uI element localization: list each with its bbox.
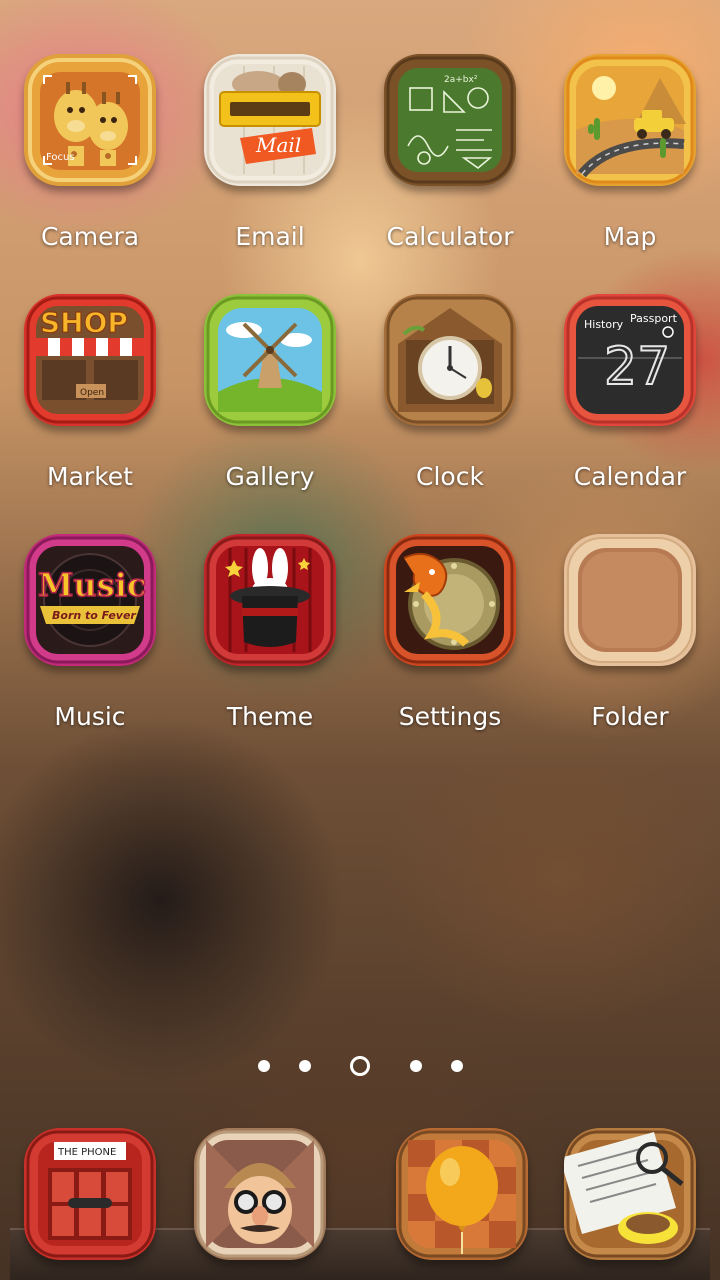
app-map[interactable]: Map: [540, 54, 720, 294]
app-gallery[interactable]: Gallery: [180, 294, 360, 534]
desert-map-icon: [564, 54, 696, 186]
page-dot-4[interactable]: [410, 1060, 422, 1072]
giraffe-camera-icon: Focus: [24, 54, 156, 186]
page-dot-3[interactable]: [350, 1056, 370, 1076]
app-grid: Focus Camera Mail Email 2a+bx² Calculato…: [0, 54, 720, 774]
app-label: Folder: [591, 702, 669, 731]
app-label: Calculator: [386, 222, 514, 251]
mail-icon: Mail: [204, 54, 336, 186]
page-dot-2[interactable]: [299, 1060, 311, 1072]
music-title-text: Music: [38, 566, 146, 604]
wooden-clock-icon: [384, 294, 516, 426]
camera-focus-text: Focus: [46, 152, 75, 163]
dragon-settings-icon: [384, 534, 516, 666]
calendar-icon: History Passport 27: [564, 294, 696, 426]
app-settings[interactable]: Settings: [360, 534, 540, 774]
folder-icon: [564, 534, 696, 666]
calendar-passport-text: Passport: [630, 312, 678, 325]
contacts-disguise-icon[interactable]: [194, 1128, 326, 1260]
app-theme[interactable]: Theme: [180, 534, 360, 774]
balloon-browser-icon[interactable]: [396, 1128, 528, 1260]
windmill-gallery-icon: [204, 294, 336, 426]
calendar-day-text: 27: [604, 337, 670, 397]
app-market[interactable]: Open SHOP Market: [0, 294, 180, 534]
app-clock[interactable]: Clock: [360, 294, 540, 534]
app-camera[interactable]: Focus Camera: [0, 54, 180, 294]
app-label: Map: [603, 222, 657, 251]
app-music[interactable]: Music Born to Fever Music: [0, 534, 180, 774]
app-label: Clock: [416, 462, 484, 491]
app-calculator[interactable]: 2a+bx² Calculator: [360, 54, 540, 294]
app-label: Camera: [40, 222, 140, 251]
shop-market-icon: Open SHOP: [24, 294, 156, 426]
market-shop-text: SHOP: [40, 306, 128, 339]
newspaper-coffee-icon[interactable]: [564, 1128, 696, 1260]
phone-booth-icon[interactable]: THE PHONE: [24, 1128, 156, 1260]
email-mail-text: Mail: [255, 133, 301, 157]
phone-label-text: THE PHONE: [57, 1147, 116, 1158]
page-dot-5[interactable]: [451, 1060, 463, 1072]
app-label: Email: [235, 222, 305, 251]
music-tagline-text: Born to Fever: [52, 609, 136, 622]
calendar-history-text: History: [584, 318, 624, 331]
app-folder[interactable]: Folder: [540, 534, 720, 774]
page-dot-1[interactable]: [258, 1060, 270, 1072]
app-label: Calendar: [573, 462, 687, 491]
market-open-text: Open: [80, 388, 104, 398]
page-indicator[interactable]: [0, 1056, 720, 1076]
app-label: Gallery: [225, 462, 315, 491]
app-label: Music: [54, 702, 126, 731]
magic-hat-theme-icon: [204, 534, 336, 666]
app-label: Market: [47, 462, 133, 491]
app-label: Settings: [398, 702, 502, 731]
app-email[interactable]: Mail Email: [180, 54, 360, 294]
music-icon: Music Born to Fever: [24, 534, 156, 666]
chalkboard-calculator-icon: 2a+bx²: [384, 54, 516, 186]
app-calendar[interactable]: History Passport 27 Calendar: [540, 294, 720, 534]
calc-formula-text: 2a+bx²: [444, 75, 478, 85]
app-label: Theme: [226, 702, 314, 731]
